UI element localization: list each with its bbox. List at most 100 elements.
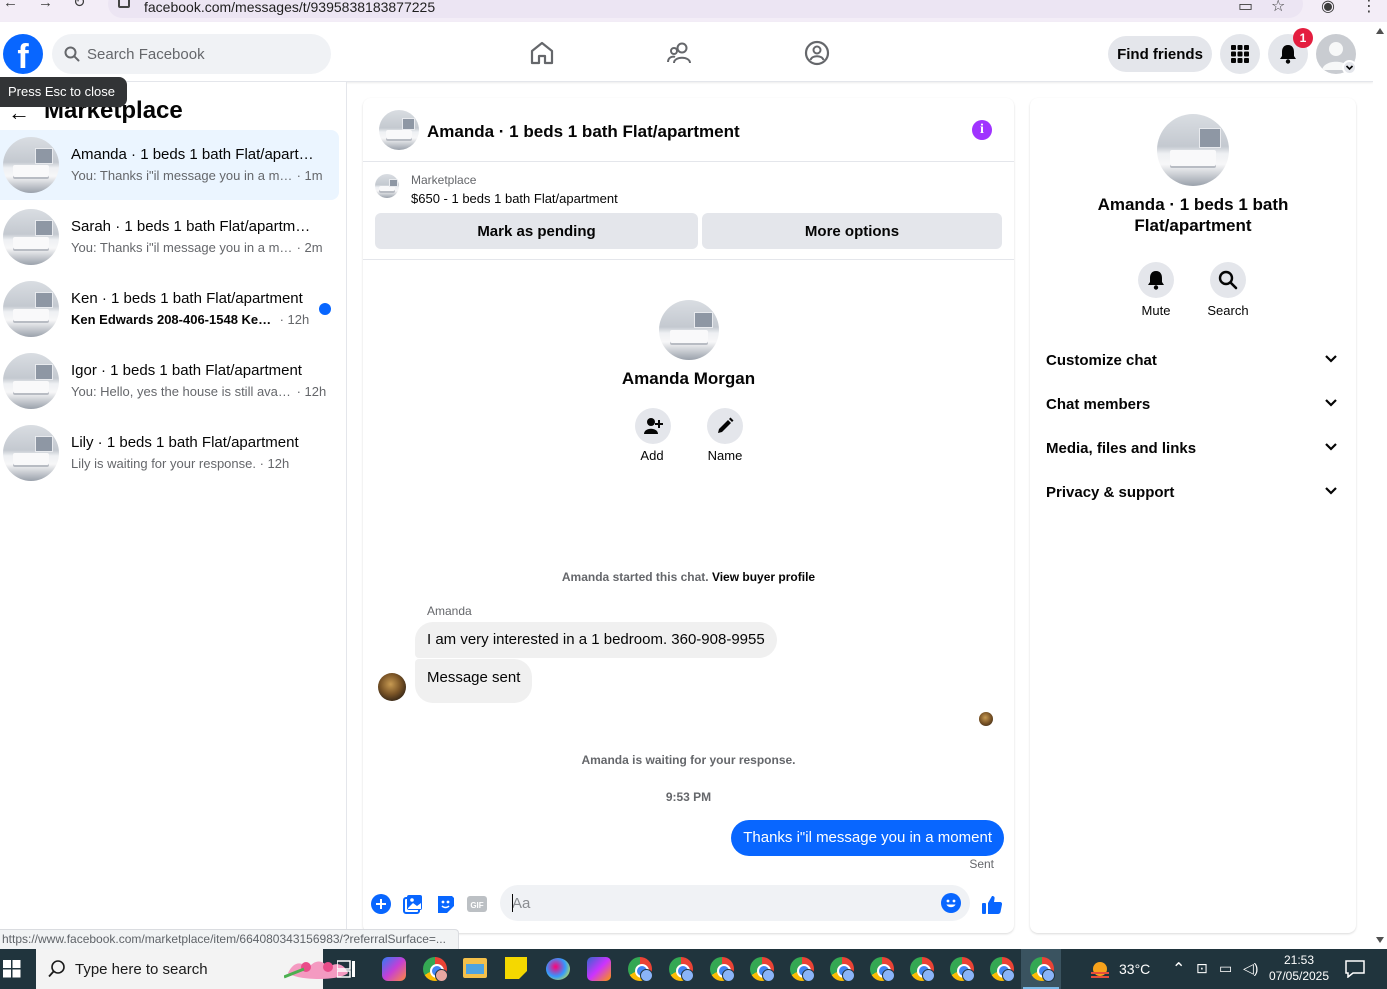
chat-members-section[interactable]: Chat members: [1030, 382, 1356, 426]
bell-icon: [1148, 271, 1164, 290]
conversation-item-lily[interactable]: Lily · 1 beds 1 bath Flat/apartment Lily…: [0, 418, 339, 488]
plus-circle-icon[interactable]: [371, 894, 391, 914]
scroll-up-icon[interactable]: [1376, 28, 1384, 34]
chevron-up-icon[interactable]: ⌃: [1172, 959, 1185, 979]
notification-badge: 1: [1293, 28, 1313, 48]
notification-center-icon[interactable]: [1345, 960, 1365, 978]
chrome-app-icon[interactable]: [628, 957, 653, 982]
privacy-support-section[interactable]: Privacy & support: [1030, 470, 1356, 514]
marketplace-sidebar: Press Esc to close ← Marketplace Amanda …: [0, 77, 347, 949]
address-bar[interactable]: facebook.com/messages/t/9395838183877225: [108, 0, 1303, 18]
chat-started-line: Amanda started this chat. View buyer pro…: [363, 570, 1014, 584]
reload-icon[interactable]: ↻: [73, 0, 86, 10]
message-composer[interactable]: [500, 885, 970, 921]
copilot-app-icon[interactable]: [382, 957, 406, 981]
emoji-icon[interactable]: [941, 893, 961, 913]
account-chevron-down-icon[interactable]: [1342, 60, 1357, 75]
listing-thumbnail[interactable]: [375, 174, 399, 198]
sticky-notes-icon[interactable]: [505, 957, 527, 979]
scroll-down-icon[interactable]: [1376, 937, 1384, 943]
gif-icon[interactable]: GIF: [467, 894, 487, 914]
name-button[interactable]: [707, 408, 743, 444]
task-view-icon[interactable]: [337, 960, 357, 978]
chrome-app-icon[interactable]: [990, 957, 1015, 982]
chrome-app-icon[interactable]: [910, 957, 935, 982]
conversation-time: · 12h: [255, 456, 290, 471]
media-files-links-section[interactable]: Media, files and links: [1030, 426, 1356, 470]
conversation-item-ken[interactable]: Ken · 1 beds 1 bath Flat/apartment Ken E…: [0, 274, 339, 344]
microsoft-365-icon[interactable]: [587, 957, 611, 981]
incoming-message[interactable]: I am very interested in a 1 bedroom. 360…: [415, 622, 777, 658]
listing-thumbnail: [3, 353, 59, 409]
incoming-message[interactable]: Message sent: [415, 659, 533, 703]
meet-now-icon[interactable]: ⊡: [1196, 960, 1208, 977]
customize-chat-section[interactable]: Customize chat: [1030, 338, 1356, 382]
search-box[interactable]: [52, 34, 331, 74]
search-in-chat-button[interactable]: [1210, 262, 1246, 298]
forward-nav-icon[interactable]: →: [38, 0, 53, 10]
home-icon[interactable]: [529, 40, 555, 66]
taskbar-clock[interactable]: 21:53 07/05/2025: [1268, 952, 1330, 984]
mark-as-pending-button[interactable]: Mark as pending: [375, 213, 698, 249]
bell-icon: [1280, 45, 1296, 64]
search-input[interactable]: [87, 34, 317, 74]
listing-avatar[interactable]: [1157, 114, 1229, 186]
chrome-app-icon[interactable]: [950, 957, 975, 982]
sticker-icon[interactable]: [435, 894, 455, 914]
chat-title[interactable]: Amanda · 1 beds 1 bath Flat/apartment: [427, 122, 740, 142]
browser-menu-icon[interactable]: ⋮: [1361, 0, 1377, 16]
chrome-app-icon[interactable]: [870, 957, 895, 982]
page-scrollbar[interactable]: [1373, 22, 1387, 949]
conversation-item-amanda[interactable]: Amanda · 1 beds 1 bath Flat/apartment Yo…: [0, 130, 339, 200]
browser-profile-icon[interactable]: ◉: [1321, 0, 1335, 16]
chrome-app-icon[interactable]: [830, 957, 855, 982]
weather-sun-icon[interactable]: [1088, 957, 1112, 981]
conversation-time: · 12h: [293, 384, 327, 399]
start-button[interactable]: [0, 949, 34, 989]
conversation-item-igor[interactable]: Igor · 1 beds 1 bath Flat/apartment You:…: [0, 346, 339, 416]
search-icon: [1218, 270, 1238, 290]
weather-temperature[interactable]: 33°C: [1119, 961, 1150, 977]
more-options-button[interactable]: More options: [702, 213, 1002, 249]
conversation-preview: You: Thanks i"il message you in a moment: [71, 240, 293, 255]
chrome-app-icon[interactable]: [790, 957, 815, 982]
mute-label: Mute: [1141, 303, 1171, 318]
buyer-avatar[interactable]: [659, 300, 719, 360]
menu-button[interactable]: [1220, 34, 1260, 74]
groups-icon[interactable]: [804, 40, 830, 66]
add-button[interactable]: [635, 408, 671, 444]
chrome-app-icon-active[interactable]: [1030, 957, 1055, 982]
facebook-logo[interactable]: f: [3, 34, 43, 74]
paint-app-icon[interactable]: [546, 958, 570, 980]
bookmark-star-icon[interactable]: ☆: [1271, 0, 1285, 16]
taskbar-search-box[interactable]: Type here to search: [36, 949, 348, 989]
photo-icon[interactable]: [403, 894, 423, 914]
view-buyer-profile-link[interactable]: View buyer profile: [712, 570, 815, 584]
conversation-item-sarah[interactable]: Sarah · 1 beds 1 bath Flat/apartment You…: [0, 202, 339, 272]
thumbs-up-icon[interactable]: [981, 894, 1003, 916]
chevron-down-icon: [1325, 487, 1337, 495]
mute-button[interactable]: [1138, 262, 1174, 298]
sender-avatar[interactable]: [378, 673, 406, 701]
section-label: Privacy & support: [1046, 484, 1175, 501]
read-receipt-avatar: [979, 712, 993, 726]
friends-icon[interactable]: [667, 40, 693, 66]
install-app-icon[interactable]: ▭: [1238, 0, 1253, 16]
chrome-app-icon[interactable]: [423, 957, 448, 982]
sender-name: Amanda: [427, 604, 472, 618]
chrome-app-icon[interactable]: [710, 957, 735, 982]
message-input[interactable]: [512, 885, 932, 921]
site-info-icon[interactable]: [118, 0, 130, 8]
chrome-app-icon[interactable]: [669, 957, 694, 982]
outgoing-message[interactable]: Thanks i"il message you in a moment: [731, 820, 1004, 856]
network-icon[interactable]: ▭: [1219, 960, 1232, 977]
info-icon[interactable]: i: [972, 120, 992, 140]
chat-thumbnail[interactable]: [379, 110, 419, 150]
listing-title[interactable]: $650 - 1 beds 1 bath Flat/apartment: [411, 191, 618, 206]
esc-tooltip: Press Esc to close: [0, 77, 127, 107]
find-friends-button[interactable]: Find friends: [1108, 36, 1212, 72]
chrome-app-icon[interactable]: [750, 957, 775, 982]
volume-icon[interactable]: ◁): [1243, 960, 1258, 977]
back-nav-icon[interactable]: ←: [3, 0, 18, 10]
file-explorer-icon[interactable]: [463, 958, 487, 978]
